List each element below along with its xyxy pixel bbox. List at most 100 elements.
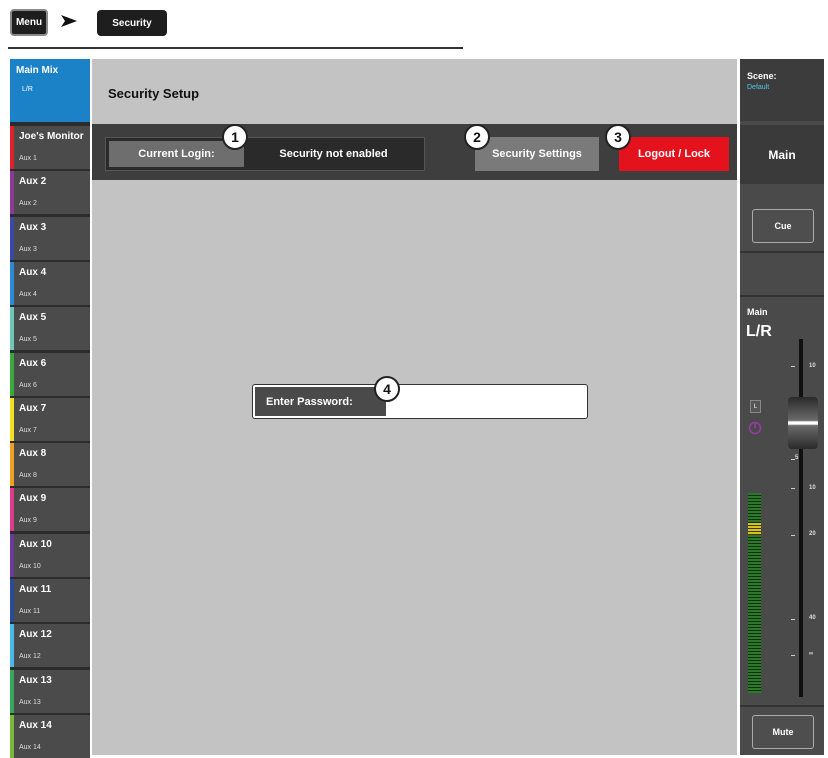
left-indicator: L bbox=[750, 400, 761, 413]
callout-1: 1 bbox=[222, 124, 248, 150]
sidebar-item-sub: Aux 5 bbox=[19, 336, 37, 344]
main-button[interactable]: Main bbox=[740, 125, 824, 184]
sidebar-item-title: Aux 7 bbox=[19, 402, 47, 414]
sidebar-item-aux[interactable]: Aux 3 Aux 3 bbox=[10, 216, 90, 260]
cue-button[interactable]: Cue bbox=[752, 209, 814, 243]
channel-color-bar bbox=[10, 624, 14, 668]
sidebar-item-sub: Aux 8 bbox=[19, 472, 37, 480]
password-input[interactable] bbox=[389, 387, 587, 418]
tick-mark bbox=[791, 535, 795, 536]
level-meter-peak bbox=[748, 523, 761, 535]
sidebar-item-aux[interactable]: Joe's Monitor Aux 1 bbox=[10, 126, 90, 169]
main-panel: Security Setup Current Login: Security n… bbox=[92, 59, 737, 755]
fader-tick-label: 5 bbox=[795, 455, 799, 461]
callout-4: 4 bbox=[374, 376, 400, 402]
sidebar: Main Mix L/R Joe's Monitor Aux 1 Aux 2 Aux … bbox=[10, 59, 90, 758]
sidebar-item-aux[interactable]: Aux 7 Aux 7 bbox=[10, 397, 90, 441]
sidebar-item-title: Aux 9 bbox=[19, 493, 47, 505]
callout-3: 3 bbox=[605, 124, 631, 150]
sidebar-item-title: Aux 13 bbox=[19, 674, 52, 686]
sidebar-item-aux[interactable]: Aux 6 Aux 6 bbox=[10, 352, 90, 396]
tick-mark bbox=[791, 488, 795, 489]
fader-track bbox=[799, 339, 803, 697]
sidebar-item-title: Aux 12 bbox=[19, 629, 52, 641]
sidebar-item-sub: Aux 14 bbox=[19, 743, 41, 751]
sidebar-item-title: Aux 10 bbox=[19, 538, 52, 550]
fader-tick-label: ∞ bbox=[809, 651, 814, 657]
callout-2: 2 bbox=[464, 124, 490, 150]
sidebar-item-sub: Aux 6 bbox=[19, 381, 37, 389]
sidebar-item-sub: Aux 13 bbox=[19, 698, 41, 706]
sidebar-item-aux[interactable]: Aux 4 Aux 4 bbox=[10, 261, 90, 305]
sidebar-item-title: Aux 6 bbox=[19, 357, 47, 369]
sidebar-item-aux[interactable]: Aux 11 Aux 11 bbox=[10, 579, 90, 622]
page-title: Security Setup bbox=[108, 86, 200, 101]
sidebar-item-sub: Aux 9 bbox=[19, 517, 37, 525]
sidebar-item-aux[interactable]: Aux 8 Aux 8 bbox=[10, 443, 90, 487]
scene-label: Scene: bbox=[747, 71, 777, 81]
channel-color-bar bbox=[10, 261, 14, 305]
channel-color-bar bbox=[10, 352, 14, 396]
security-settings-button[interactable]: Security Settings bbox=[475, 137, 599, 171]
tick-mark bbox=[791, 655, 795, 656]
sidebar-item-title: Aux 11 bbox=[19, 584, 52, 595]
channel-color-bar bbox=[10, 443, 14, 487]
sidebar-item-title: Aux 4 bbox=[19, 266, 47, 278]
mute-button[interactable]: Mute bbox=[752, 715, 814, 749]
sidebar-item-aux[interactable]: Aux 12 Aux 12 bbox=[10, 624, 90, 668]
password-field: Enter Password: bbox=[252, 384, 588, 419]
sidebar-item-title: Aux 3 bbox=[19, 221, 47, 233]
sidebar-item-aux[interactable]: Aux 5 Aux 5 bbox=[10, 307, 90, 351]
sidebar-item-aux[interactable]: Aux 13 Aux 13 bbox=[10, 669, 90, 713]
tick-mark bbox=[791, 619, 795, 620]
channel-label: Main bbox=[747, 307, 768, 317]
sidebar-item-sub: Aux 7 bbox=[19, 426, 37, 434]
sidebar-item-title: Aux 14 bbox=[19, 719, 52, 731]
menu-button[interactable]: Menu bbox=[10, 9, 48, 36]
sidebar-item-title: Aux 5 bbox=[19, 312, 47, 324]
right-panel: Scene: Default Main Cue Main L/R 10 5 10… bbox=[740, 59, 824, 755]
fader-tick-label: 20 bbox=[809, 531, 816, 537]
sidebar-item-sub: Aux 11 bbox=[19, 608, 41, 615]
sidebar-item-sub: Aux 1 bbox=[19, 155, 37, 162]
sidebar-item-aux[interactable]: Aux 14 Aux 14 bbox=[10, 714, 90, 758]
divider bbox=[740, 295, 824, 297]
channel-color-bar bbox=[10, 397, 14, 441]
fader-tick-label: 40 bbox=[809, 615, 816, 621]
sidebar-item-aux[interactable]: Aux 2 Aux 2 bbox=[10, 171, 90, 215]
channel-color-bar bbox=[10, 714, 14, 758]
breadcrumb-divider bbox=[8, 47, 463, 49]
pan-icon[interactable] bbox=[748, 421, 762, 435]
divider bbox=[740, 251, 824, 253]
channel-color-bar bbox=[10, 307, 14, 351]
sidebar-item-title: Aux 2 bbox=[19, 176, 47, 188]
channel-color-bar bbox=[10, 579, 14, 622]
password-label: Enter Password: bbox=[255, 387, 386, 416]
sidebar-item-aux[interactable]: Aux 10 Aux 10 bbox=[10, 533, 90, 577]
logout-lock-button[interactable]: Logout / Lock bbox=[619, 137, 729, 171]
fader-tick-label: 10 bbox=[809, 363, 816, 369]
sidebar-item-main-mix[interactable]: Main Mix L/R bbox=[10, 59, 90, 122]
divider bbox=[740, 705, 824, 707]
current-login-value: Security not enabled bbox=[279, 148, 388, 160]
scene-indicator[interactable]: Scene: Default bbox=[740, 59, 824, 121]
channel-color-bar bbox=[10, 171, 14, 215]
fader-handle[interactable] bbox=[788, 397, 818, 449]
channel-color-bar bbox=[10, 126, 14, 169]
sidebar-item-sub: L/R bbox=[22, 86, 33, 93]
channel-sub-label: L/R bbox=[746, 323, 772, 340]
sidebar-item-sub: Aux 3 bbox=[19, 245, 37, 253]
sidebar-item-aux[interactable]: Aux 9 Aux 9 bbox=[10, 488, 90, 532]
channel-color-bar bbox=[10, 669, 14, 713]
arrow-right-icon bbox=[61, 15, 77, 27]
tick-mark bbox=[791, 366, 795, 367]
channel-color-bar bbox=[10, 533, 14, 577]
security-toolbar: Current Login: Security not enabled Secu… bbox=[92, 124, 737, 180]
fader-tick-label: 10 bbox=[809, 485, 816, 491]
sidebar-item-title: Aux 8 bbox=[19, 448, 47, 460]
sidebar-item-sub: Aux 10 bbox=[19, 562, 41, 570]
scene-value: Default bbox=[747, 84, 770, 91]
sidebar-item-title: Joe's Monitor bbox=[19, 131, 84, 142]
current-login-field: Current Login: Security not enabled bbox=[105, 137, 425, 171]
security-breadcrumb-button[interactable]: Security bbox=[97, 10, 167, 36]
